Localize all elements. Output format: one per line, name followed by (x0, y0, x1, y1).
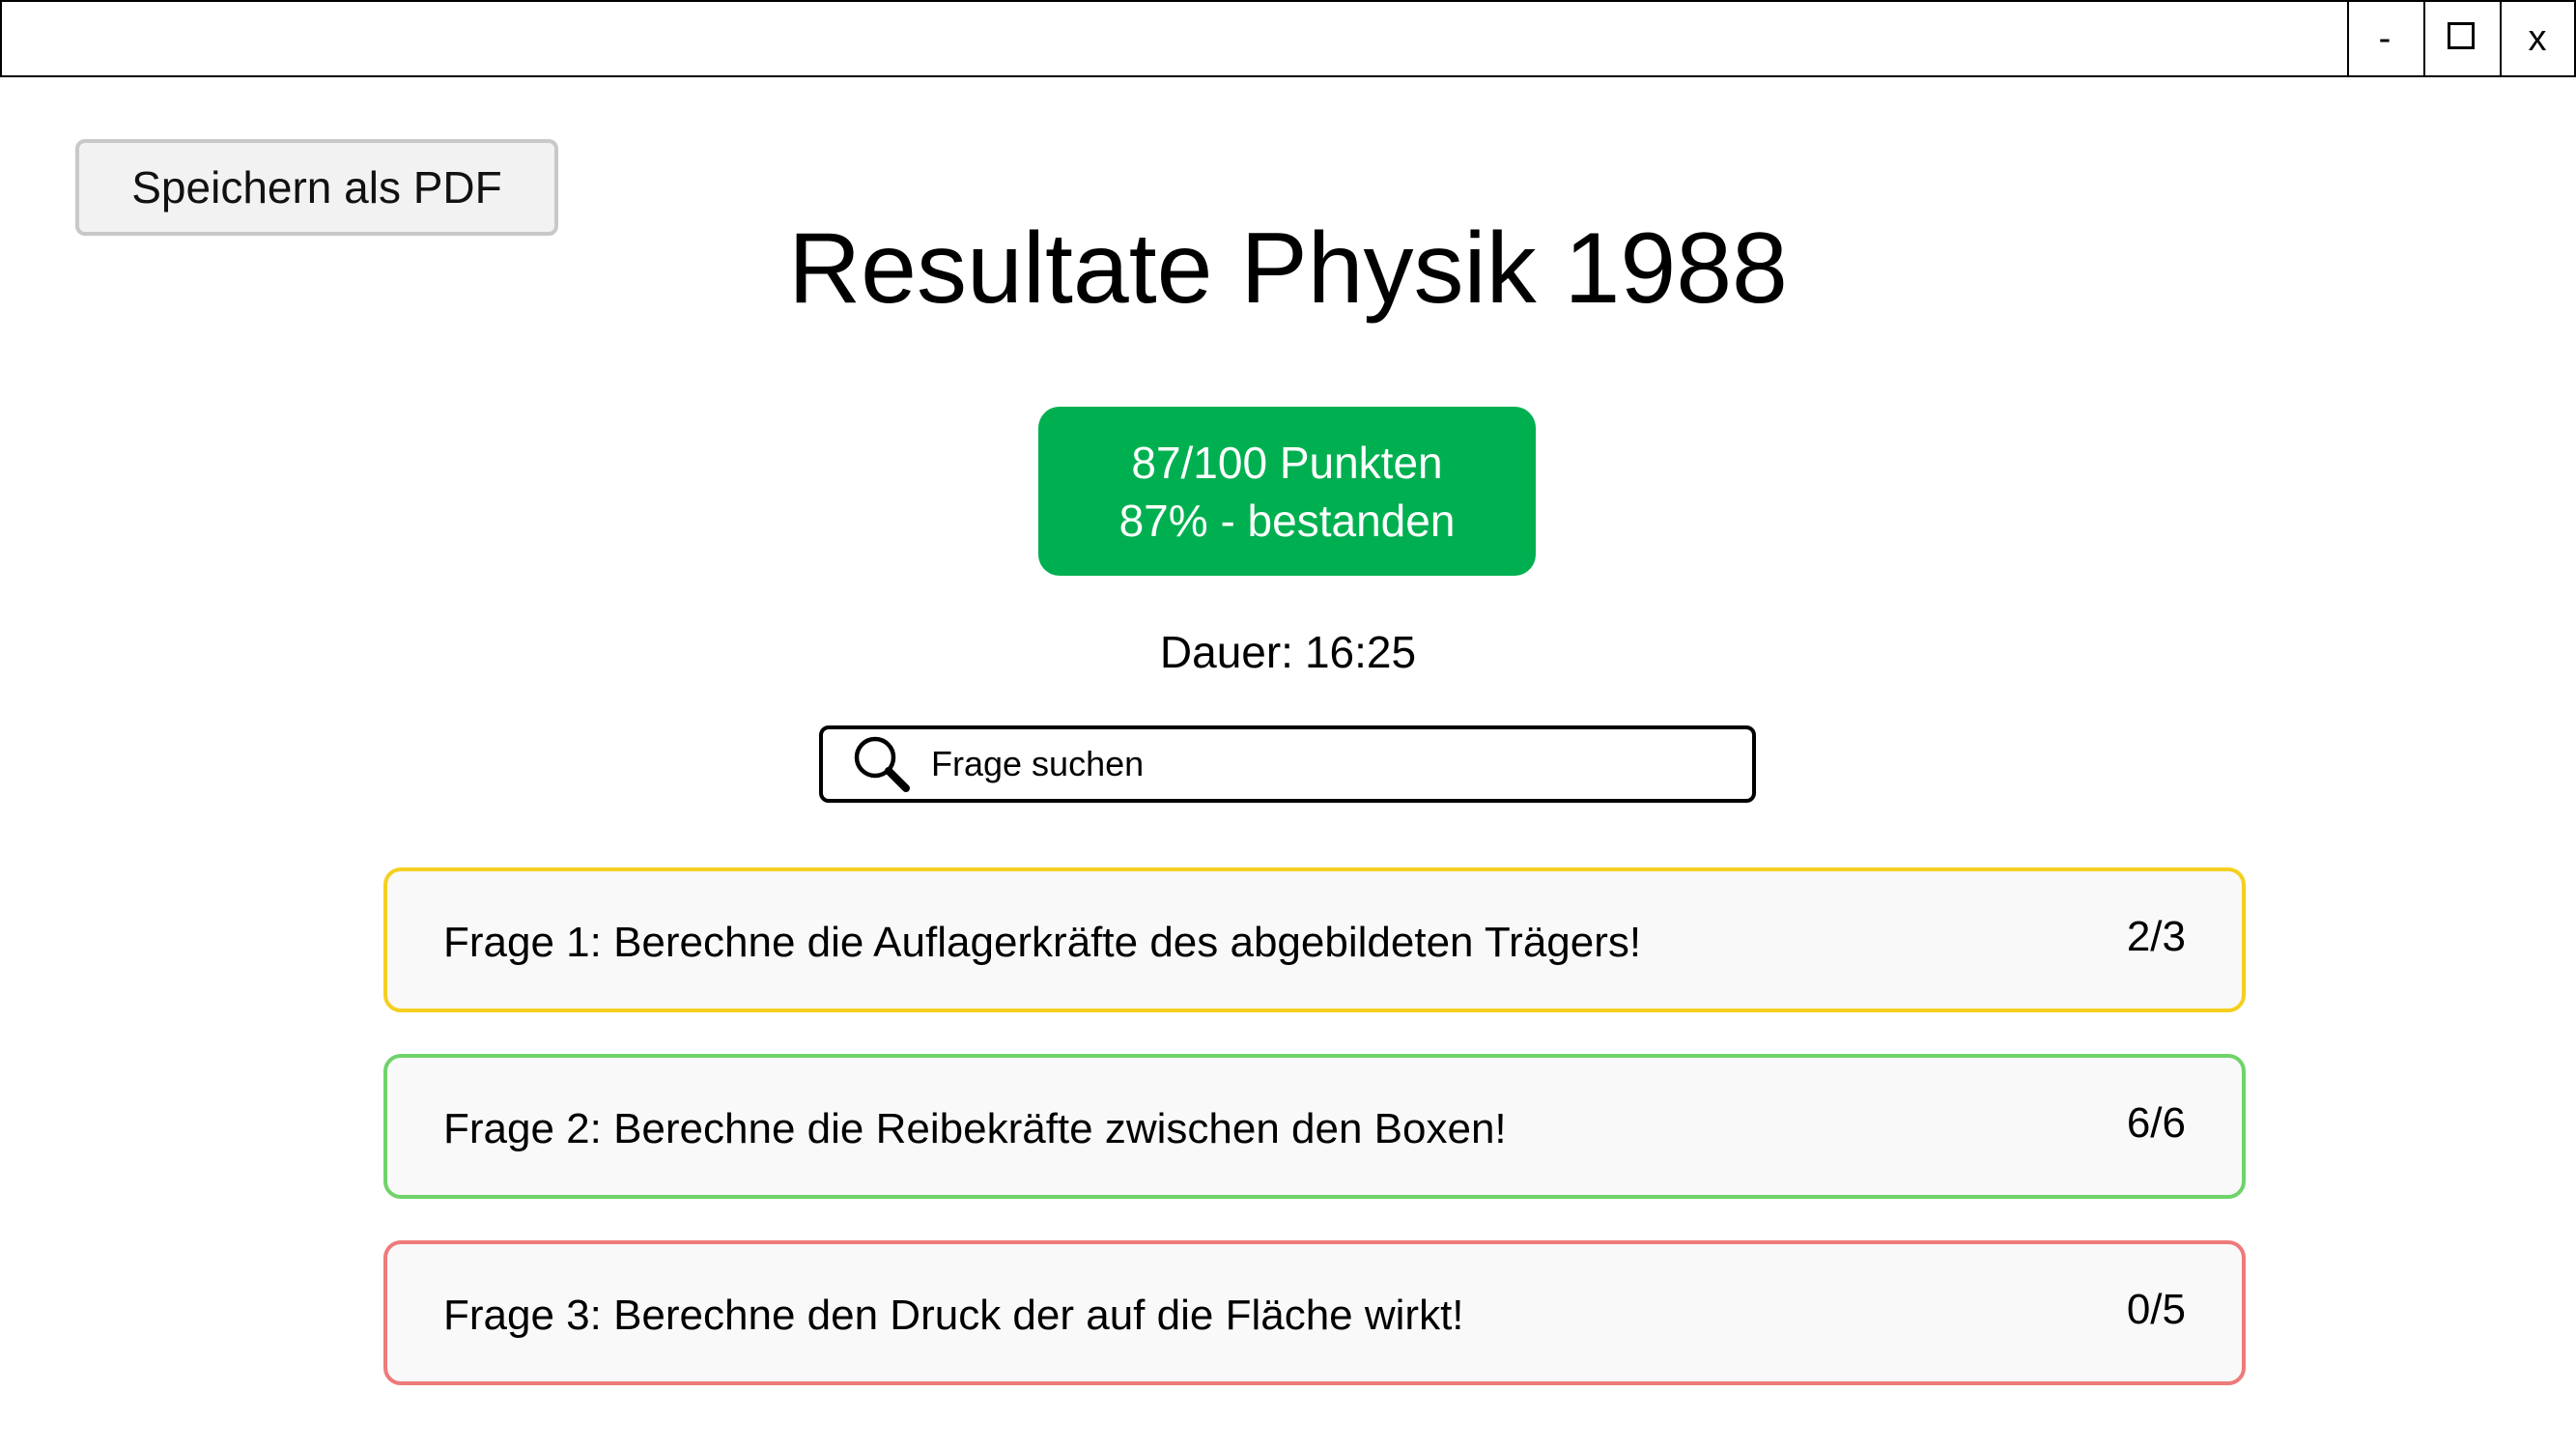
minimize-button[interactable]: - (2347, 2, 2420, 75)
question-item-2[interactable]: Frage 2: Berechne die Reibekräfte zwisch… (383, 1054, 2246, 1199)
duration-value: 16:25 (1304, 627, 1417, 677)
page-title: Resultate Physik 1988 (788, 213, 1788, 325)
question-item-3[interactable]: Frage 3: Berechne den Druck der auf die … (383, 1240, 2246, 1385)
question-text: Frage 2: Berechne die Reibekräfte zwisch… (443, 1105, 1507, 1152)
score-badge: 87/100 Punkten 87% - bestanden (1038, 407, 1536, 576)
question-score: 6/6 (2126, 1099, 2186, 1147)
maximize-button[interactable] (2423, 2, 2497, 75)
close-icon: x (2528, 17, 2547, 59)
score-points: 87/100 Punkten (1131, 437, 1443, 488)
search-box[interactable] (819, 725, 1756, 803)
duration-display: Dauer: 16:25 (0, 618, 2576, 686)
close-button[interactable]: x (2500, 2, 2573, 75)
search-input[interactable] (929, 743, 1725, 785)
window-titlebar: - x (0, 0, 2576, 77)
duration-label: Dauer: (1159, 627, 1293, 677)
question-score: 2/3 (2126, 913, 2186, 960)
results-page: - x Speichern als PDF Resultate Physik 1… (0, 0, 2576, 1449)
search-icon (848, 730, 916, 798)
question-score: 0/5 (2126, 1286, 2186, 1333)
score-result: 87% - bestanden (1118, 495, 1456, 546)
maximize-icon (2448, 22, 2475, 49)
question-text: Frage 3: Berechne den Druck der auf die … (443, 1292, 1464, 1339)
minimize-icon: - (2378, 17, 2392, 59)
question-text: Frage 1: Berechne die Auflagerkräfte des… (443, 919, 1642, 966)
question-item-1[interactable]: Frage 1: Berechne die Auflagerkräfte des… (383, 867, 2246, 1012)
